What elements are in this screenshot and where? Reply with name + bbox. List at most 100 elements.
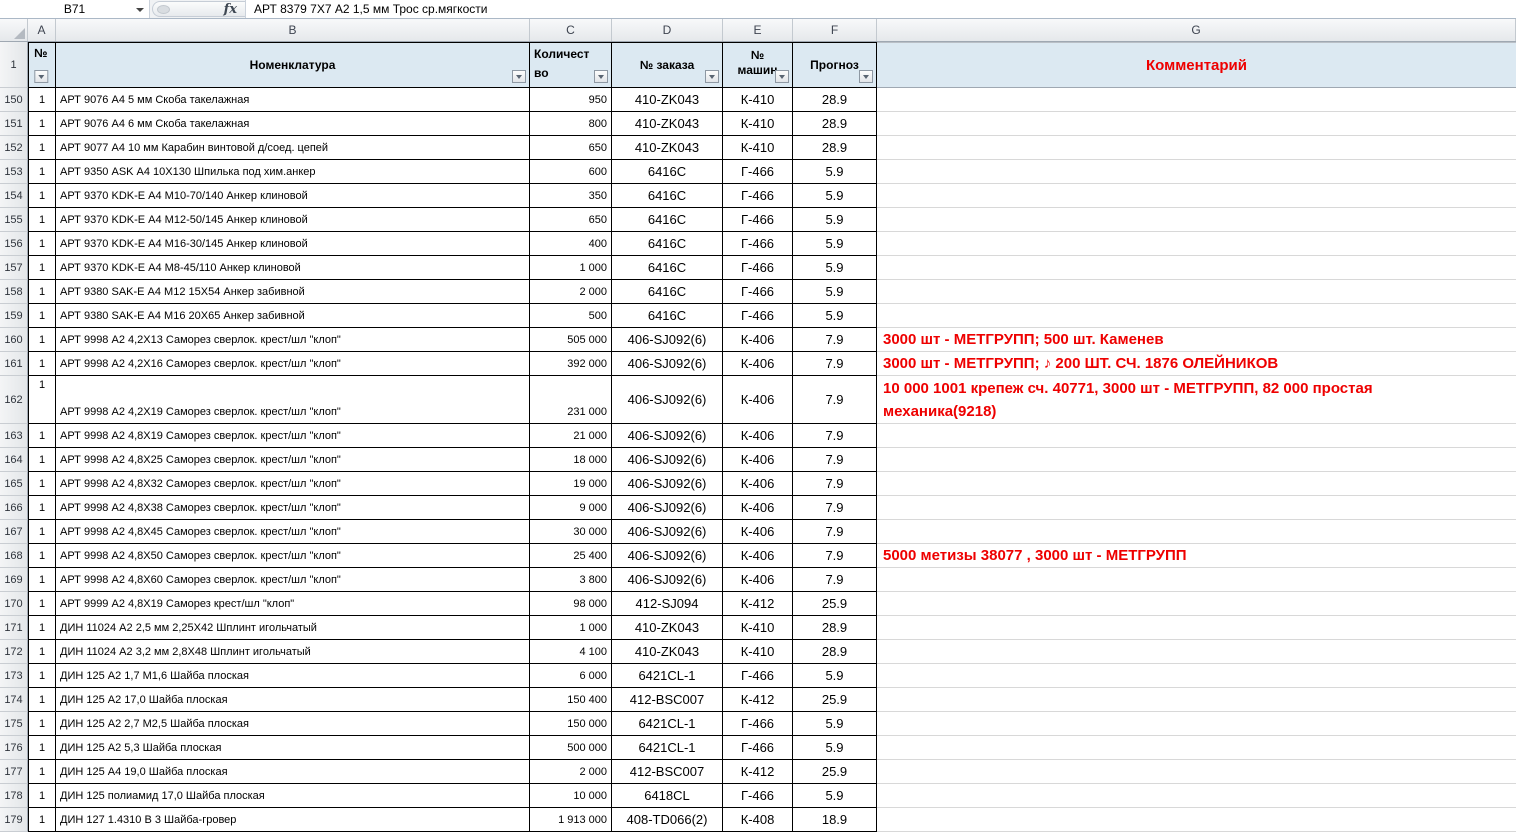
- cell-no[interactable]: 1: [28, 376, 56, 424]
- cell-no[interactable]: 1: [28, 640, 56, 664]
- cell-comment[interactable]: [877, 280, 1516, 304]
- cell-forecast[interactable]: 25.9: [793, 760, 877, 784]
- filter-dropdown-icon[interactable]: [512, 70, 526, 83]
- cell-machine[interactable]: Г-466: [723, 208, 793, 232]
- cell-machine[interactable]: К-406: [723, 448, 793, 472]
- cell-quantity[interactable]: 19 000: [530, 472, 612, 496]
- column-header-c[interactable]: C: [530, 19, 612, 41]
- cell-quantity[interactable]: 150 000: [530, 712, 612, 736]
- cell-nomenclature[interactable]: АРТ 9998 А2 4,8Х19 Саморез сверлок. крес…: [56, 424, 530, 448]
- cell-nomenclature[interactable]: ДИН 125 А2 17,0 Шайба плоская: [56, 688, 530, 712]
- cell-comment[interactable]: [877, 712, 1516, 736]
- cell-quantity[interactable]: 6 000: [530, 664, 612, 688]
- cell-comment[interactable]: [877, 688, 1516, 712]
- cell-machine[interactable]: Г-466: [723, 232, 793, 256]
- cell-comment[interactable]: [877, 256, 1516, 280]
- cell-quantity[interactable]: 231 000: [530, 376, 612, 424]
- row-header[interactable]: 176: [0, 736, 28, 760]
- cell-comment[interactable]: [877, 496, 1516, 520]
- cell-order[interactable]: 412-BSC007: [612, 688, 723, 712]
- cell-order[interactable]: 6416C: [612, 304, 723, 328]
- cell-nomenclature[interactable]: АРТ 9998 А2 4,8Х32 Саморез сверлок. крес…: [56, 472, 530, 496]
- cell-no[interactable]: 1: [28, 688, 56, 712]
- cell-order[interactable]: 6416C: [612, 280, 723, 304]
- row-header[interactable]: 165: [0, 472, 28, 496]
- cell-no[interactable]: 1: [28, 136, 56, 160]
- cell-machine[interactable]: К-412: [723, 688, 793, 712]
- cell-forecast[interactable]: 7.9: [793, 448, 877, 472]
- cell-quantity[interactable]: 10 000: [530, 784, 612, 808]
- cell-machine[interactable]: К-412: [723, 760, 793, 784]
- cell-forecast[interactable]: 5.9: [793, 736, 877, 760]
- row-header[interactable]: 160: [0, 328, 28, 352]
- cell-nomenclature[interactable]: ДИН 125 А2 2,7 М2,5 Шайба плоская: [56, 712, 530, 736]
- cell-machine[interactable]: К-406: [723, 376, 793, 424]
- cell-order[interactable]: 406-SJ092(6): [612, 448, 723, 472]
- row-header[interactable]: 1: [0, 42, 28, 88]
- cell-order[interactable]: 410-ZK043: [612, 88, 723, 112]
- row-header[interactable]: 162: [0, 376, 28, 424]
- cell-comment[interactable]: 10 000 1001 крепеж сч. 40771, 3000 шт - …: [877, 376, 1516, 424]
- cell-nomenclature[interactable]: ДИН 125 А2 1,7 М1,6 Шайба плоская: [56, 664, 530, 688]
- cell-forecast[interactable]: 5.9: [793, 304, 877, 328]
- row-header[interactable]: 174: [0, 688, 28, 712]
- cell-order[interactable]: 412-BSC007: [612, 760, 723, 784]
- cell-machine[interactable]: Г-466: [723, 160, 793, 184]
- insert-function-icon[interactable]: fx: [224, 2, 237, 17]
- cell-forecast[interactable]: 28.9: [793, 640, 877, 664]
- cell-machine[interactable]: К-410: [723, 88, 793, 112]
- cell-forecast[interactable]: 7.9: [793, 544, 877, 568]
- column-header-d[interactable]: D: [612, 19, 723, 41]
- header-cell-no[interactable]: №: [28, 42, 56, 88]
- cell-order[interactable]: 406-SJ092(6): [612, 424, 723, 448]
- cell-forecast[interactable]: 5.9: [793, 256, 877, 280]
- cell-comment[interactable]: [877, 208, 1516, 232]
- cell-forecast[interactable]: 5.9: [793, 784, 877, 808]
- cell-comment[interactable]: [877, 136, 1516, 160]
- cell-nomenclature[interactable]: ДИН 127 1.4310 В 3 Шайба-гровер: [56, 808, 530, 832]
- cell-nomenclature[interactable]: ДИН 125 полиамид 17,0 Шайба плоская: [56, 784, 530, 808]
- column-header-b[interactable]: B: [56, 19, 530, 41]
- cell-nomenclature[interactable]: АРТ 9998 А2 4,8Х45 Саморез сверлок. крес…: [56, 520, 530, 544]
- cell-machine[interactable]: Г-466: [723, 664, 793, 688]
- cell-machine[interactable]: К-406: [723, 520, 793, 544]
- cell-machine[interactable]: К-406: [723, 328, 793, 352]
- cell-no[interactable]: 1: [28, 736, 56, 760]
- cell-comment[interactable]: [877, 160, 1516, 184]
- cell-quantity[interactable]: 650: [530, 136, 612, 160]
- cell-machine[interactable]: К-412: [723, 592, 793, 616]
- cell-quantity[interactable]: 3 800: [530, 568, 612, 592]
- cell-quantity[interactable]: 21 000: [530, 424, 612, 448]
- row-header[interactable]: 159: [0, 304, 28, 328]
- cell-order[interactable]: 410-ZK043: [612, 136, 723, 160]
- cell-nomenclature[interactable]: АРТ 9998 А2 4,8Х60 Саморез сверлок. крес…: [56, 568, 530, 592]
- cell-comment[interactable]: 3000 шт - МЕТГРУПП; ♪ 200 ШТ. СЧ. 1876 О…: [877, 352, 1516, 376]
- cell-quantity[interactable]: 1 000: [530, 616, 612, 640]
- column-header-g[interactable]: G: [877, 19, 1516, 41]
- cell-nomenclature[interactable]: АРТ 9077 А4 10 мм Карабин винтовой д/сое…: [56, 136, 530, 160]
- cell-forecast[interactable]: 5.9: [793, 160, 877, 184]
- cell-machine[interactable]: К-406: [723, 424, 793, 448]
- cell-forecast[interactable]: 7.9: [793, 376, 877, 424]
- cell-forecast[interactable]: 28.9: [793, 88, 877, 112]
- cell-comment[interactable]: [877, 232, 1516, 256]
- row-header[interactable]: 166: [0, 496, 28, 520]
- row-header[interactable]: 163: [0, 424, 28, 448]
- cell-quantity[interactable]: 392 000: [530, 352, 612, 376]
- cell-nomenclature[interactable]: АРТ 9998 А2 4,8Х25 Саморез сверлок. крес…: [56, 448, 530, 472]
- row-header[interactable]: 168: [0, 544, 28, 568]
- cell-forecast[interactable]: 18.9: [793, 808, 877, 832]
- cell-forecast[interactable]: 25.9: [793, 688, 877, 712]
- cell-comment[interactable]: [877, 808, 1516, 832]
- cell-no[interactable]: 1: [28, 592, 56, 616]
- cell-quantity[interactable]: 2 000: [530, 760, 612, 784]
- cell-machine[interactable]: Г-466: [723, 280, 793, 304]
- cell-order[interactable]: 406-SJ092(6): [612, 544, 723, 568]
- cell-order[interactable]: 410-ZK043: [612, 640, 723, 664]
- cell-nomenclature[interactable]: АРТ 9370 KDK-E А4 М10-70/140 Анкер клино…: [56, 184, 530, 208]
- cell-machine[interactable]: К-406: [723, 472, 793, 496]
- row-header[interactable]: 150: [0, 88, 28, 112]
- cell-no[interactable]: 1: [28, 472, 56, 496]
- row-header[interactable]: 167: [0, 520, 28, 544]
- cell-machine[interactable]: К-406: [723, 352, 793, 376]
